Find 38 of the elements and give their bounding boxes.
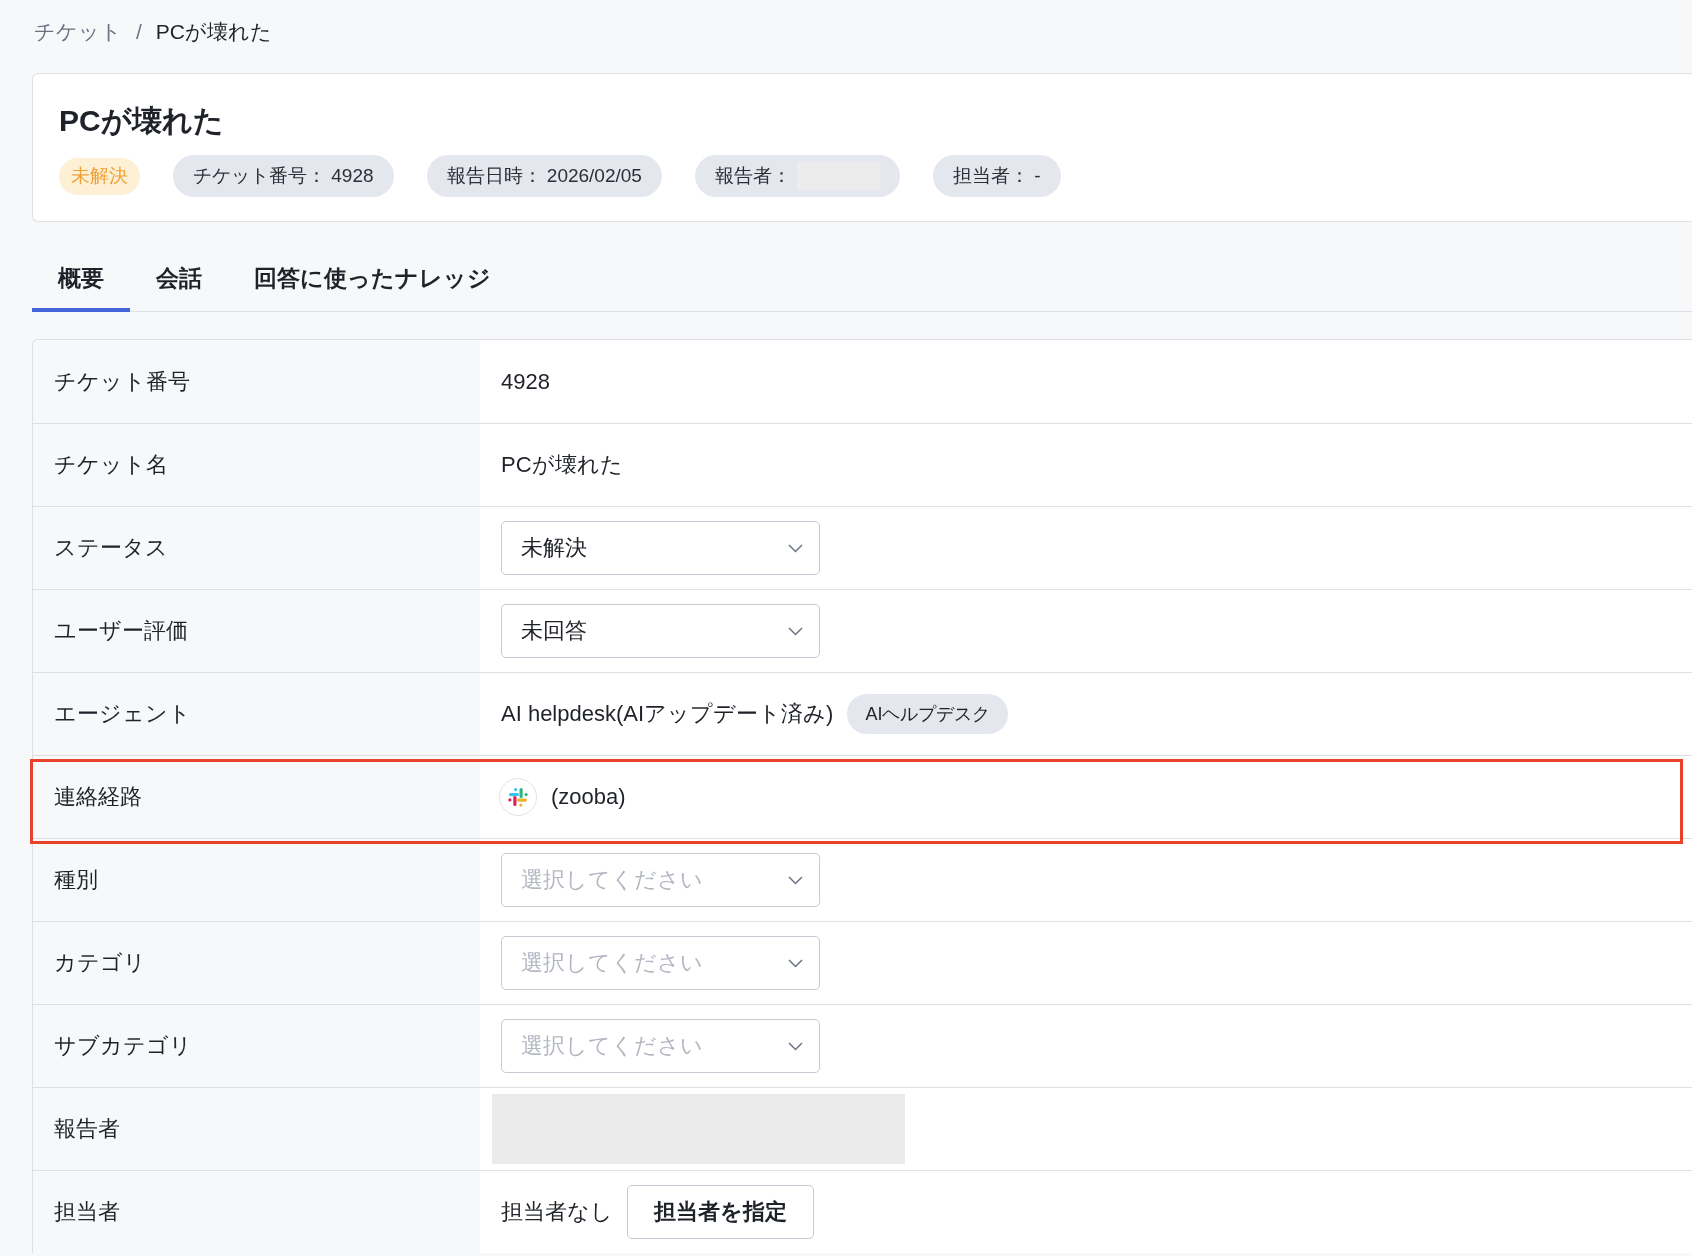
info-tag: 報告日時： 2026/02/05 [426, 155, 662, 197]
field-label: チケット番号 [33, 340, 480, 423]
breadcrumb-link[interactable]: チケット [34, 18, 122, 46]
info-tag: チケット番号： 4928 [173, 155, 394, 197]
field-value: 4928 [501, 368, 550, 395]
tab[interactable]: 回答に使ったナレッジ [228, 244, 517, 312]
chevron-down-icon [788, 543, 803, 553]
dropdown[interactable]: 未解決 [501, 521, 820, 575]
tab[interactable]: 概要 [32, 244, 130, 312]
field-label: 報告者 [33, 1088, 480, 1170]
field-label: チケット名 [33, 424, 480, 506]
field-label: ステータス [33, 507, 480, 589]
chevron-down-icon [788, 1041, 803, 1051]
chevron-down-icon [788, 875, 803, 885]
chevron-down-icon [788, 958, 803, 968]
breadcrumb-separator: / [136, 20, 142, 44]
channel-logo-icon [499, 778, 537, 816]
assignee-value: 担当者なし [501, 1198, 613, 1226]
chevron-down-icon [788, 626, 803, 636]
field-label: 連絡経路 [33, 756, 480, 838]
ticket-title: PCが壊れた [59, 103, 224, 139]
tag-label: 報告者： [714, 164, 791, 188]
status-badge: 未解決 [59, 157, 140, 195]
field-value: PCが壊れた [501, 451, 623, 479]
field-label: ユーザー評価 [33, 590, 480, 672]
field-label: エージェント [33, 673, 480, 755]
dropdown[interactable]: 未回答 [501, 604, 820, 658]
tab[interactable]: 会話 [130, 244, 228, 312]
info-tag: 担当者： - [932, 155, 1061, 197]
agent-name: AI helpdesk(AIアップデート済み) [501, 700, 834, 728]
field-label: カテゴリ [33, 922, 480, 1004]
agent-badge: AIヘルプデスク [847, 694, 1009, 734]
field-label: サブカテゴリ [33, 1005, 480, 1087]
field-label: 種別 [33, 839, 480, 921]
assign-button[interactable]: 担当者を指定 [627, 1185, 814, 1239]
breadcrumb-current[interactable]: PCが壊れた [155, 18, 273, 46]
field-label: 担当者 [33, 1171, 480, 1253]
channel-name: (zooba) [551, 784, 626, 810]
